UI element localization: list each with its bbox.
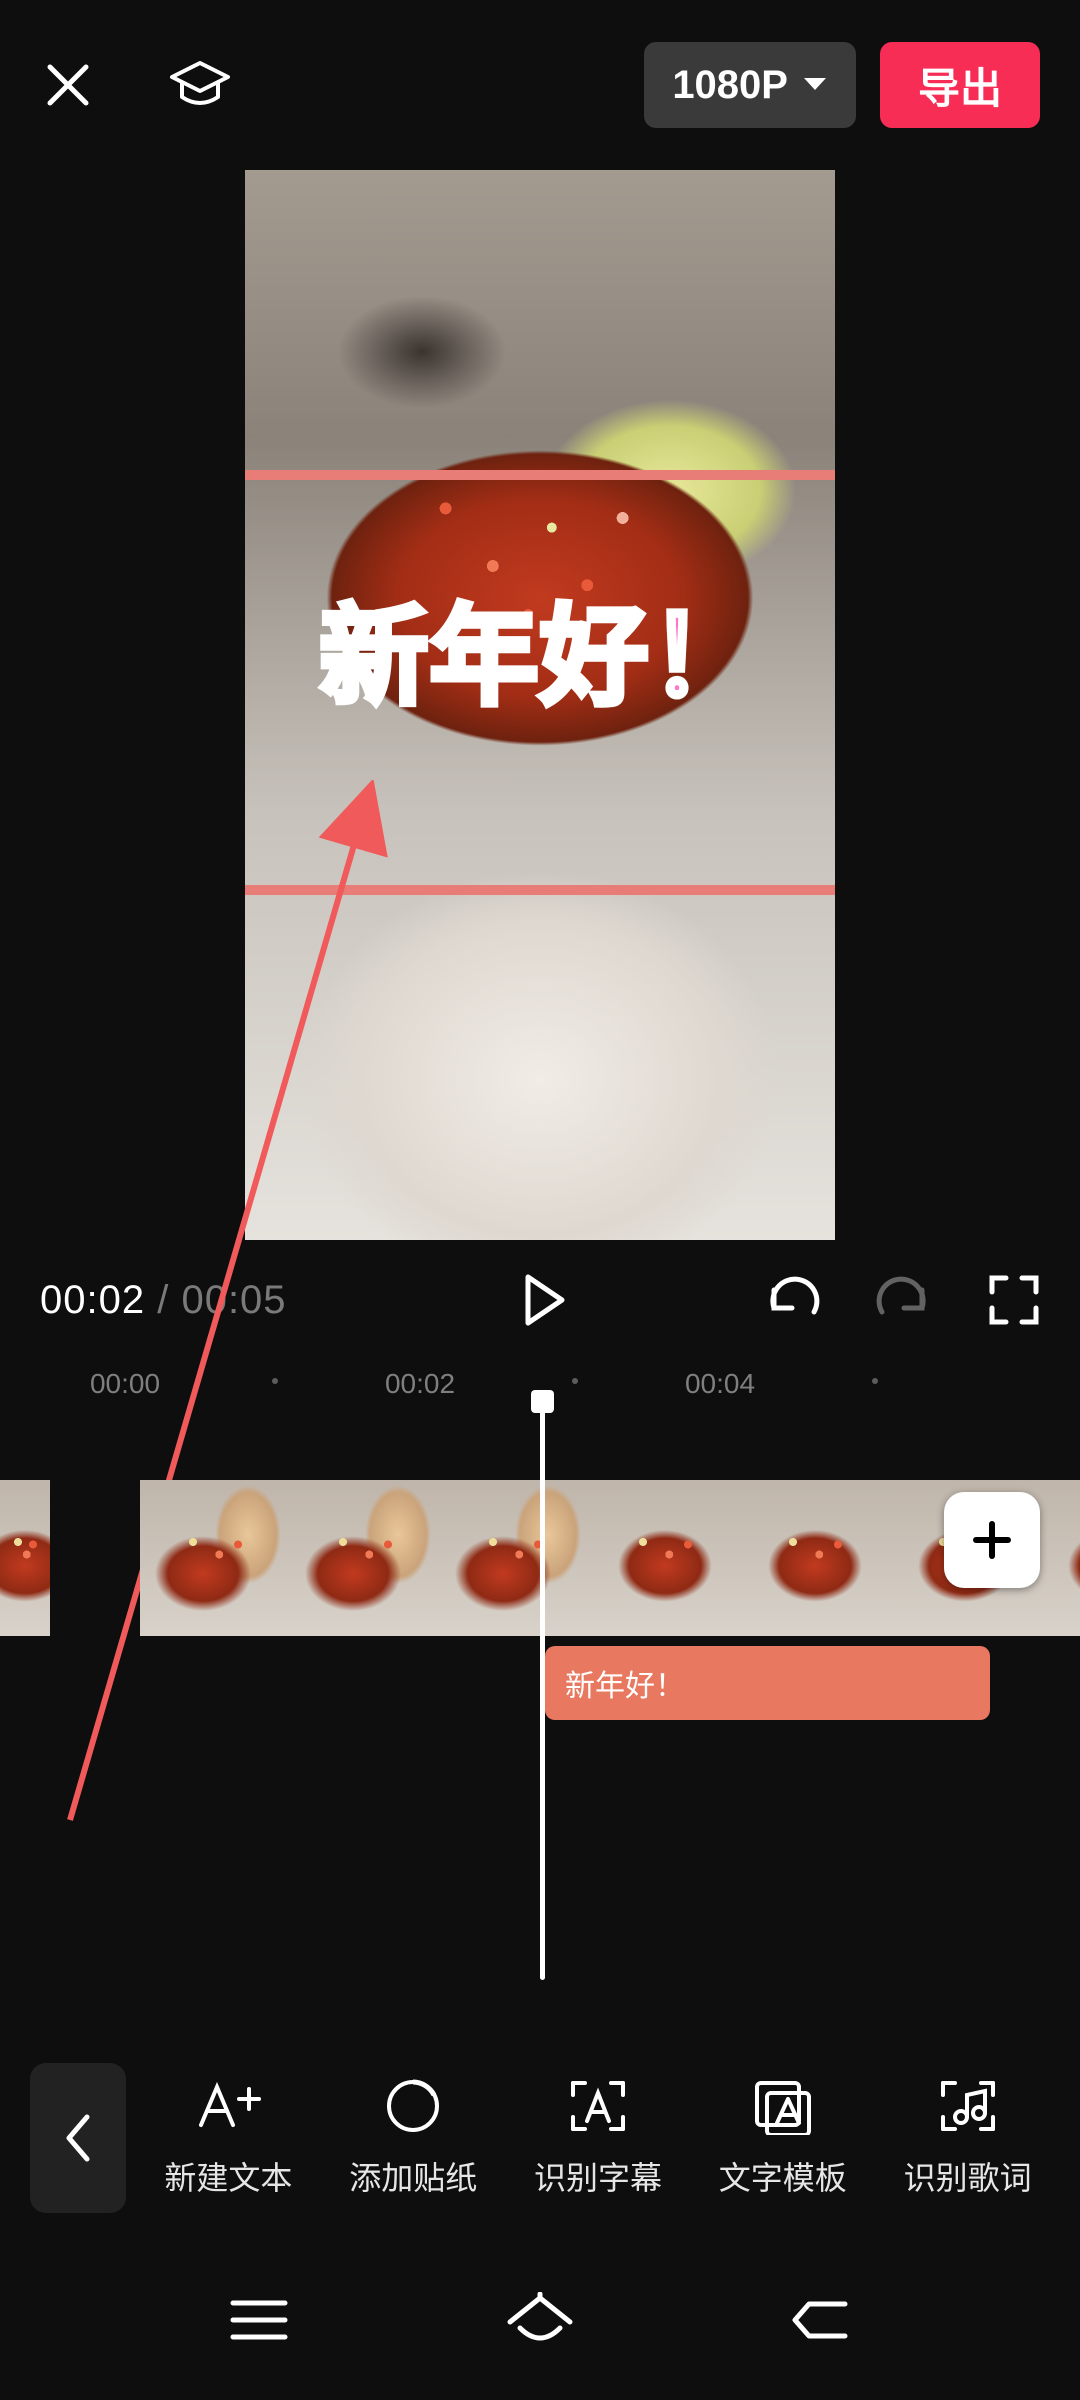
clip-thumbnail (590, 1480, 740, 1636)
toolbar-back-button[interactable] (30, 2063, 126, 2213)
chevron-left-icon (61, 2111, 95, 2165)
ruler-tick: 00:02 (385, 1368, 455, 1400)
current-time: 00:02 (40, 1278, 145, 1322)
fullscreen-button[interactable] (988, 1274, 1040, 1326)
play-button[interactable] (520, 1273, 568, 1327)
plus-icon (968, 1516, 1016, 1564)
menu-icon (227, 2295, 291, 2345)
time-display: 00:02 / 00:05 (40, 1278, 287, 1323)
ruler-tick: 00:00 (90, 1368, 160, 1400)
video-preview[interactable]: 新年好！ (245, 170, 835, 1240)
nav-home-button[interactable] (504, 2292, 576, 2348)
clip-thumbnail (740, 1480, 890, 1636)
export-label: 导出 (918, 55, 1002, 116)
back-icon (789, 2294, 853, 2346)
export-button[interactable]: 导出 (880, 42, 1040, 128)
playhead[interactable] (540, 1400, 545, 1980)
auto-caption-icon (565, 2077, 631, 2135)
ruler-dot (572, 1378, 578, 1384)
tool-text-template[interactable]: 文字模板 (719, 2077, 847, 2199)
auto-lyrics-icon (935, 2077, 1001, 2135)
add-sticker-icon (384, 2077, 442, 2135)
text-clip[interactable]: 新年好！ (545, 1646, 990, 1720)
tool-new-text[interactable]: 新建文本 (164, 2077, 292, 2199)
tool-label: 新建文本 (164, 2153, 292, 2199)
clip-segment[interactable] (0, 1480, 50, 1636)
graduation-cap-icon (168, 57, 232, 113)
tutorial-button[interactable] (168, 57, 232, 113)
clip-thumbnail (290, 1480, 440, 1636)
text-template-icon (751, 2077, 815, 2135)
tool-label: 添加贴纸 (349, 2153, 477, 2199)
tool-auto-caption[interactable]: 识别字幕 (534, 2077, 662, 2199)
redo-button[interactable] (876, 1274, 932, 1326)
redo-icon (876, 1274, 932, 1326)
ruler-dot (272, 1378, 278, 1384)
system-nav-bar (0, 2245, 1080, 2395)
add-clip-button[interactable] (944, 1492, 1040, 1588)
top-bar-left (40, 57, 232, 113)
top-bar: 1080P 导出 (0, 0, 1080, 170)
player-bar: 00:02 / 00:05 (0, 1240, 1080, 1360)
clip-thumbnail (1040, 1480, 1080, 1636)
close-button[interactable] (40, 57, 96, 113)
play-icon (520, 1273, 568, 1327)
tool-auto-lyrics[interactable]: 识别歌词 (904, 2077, 1032, 2199)
tool-label: 识别歌词 (904, 2153, 1032, 2199)
close-icon (40, 57, 96, 113)
clip-thumbnail (140, 1480, 290, 1636)
timeline[interactable]: 新年好！ (0, 1410, 1080, 2030)
preview-area: 新年好！ 00:02 / 00:05 (0, 170, 1080, 1360)
home-icon (504, 2292, 576, 2348)
chevron-down-icon (802, 76, 828, 94)
new-text-icon (193, 2077, 263, 2135)
undo-button[interactable] (764, 1274, 820, 1326)
text-clip-label: 新年好！ (565, 1661, 685, 1705)
total-duration: 00:05 (181, 1278, 286, 1322)
player-controls (520, 1273, 1040, 1327)
ruler-tick: 00:04 (685, 1368, 755, 1400)
overlay-text[interactable]: 新年好！ (320, 570, 760, 726)
tool-label: 识别字幕 (534, 2153, 662, 2199)
nav-back-button[interactable] (789, 2294, 853, 2346)
clip-segment[interactable] (140, 1480, 1080, 1636)
undo-icon (764, 1274, 820, 1326)
clip-thumbnail (440, 1480, 590, 1636)
fullscreen-icon (988, 1274, 1040, 1326)
tool-label: 文字模板 (719, 2153, 847, 2199)
clip-thumbnail (0, 1480, 50, 1636)
ruler-dot (872, 1378, 878, 1384)
nav-menu-button[interactable] (227, 2295, 291, 2345)
toolbar-items: 新建文本 添加贴纸 识别字幕 文字模板 识别歌词 (136, 2077, 1060, 2199)
resolution-label: 1080P (672, 63, 788, 108)
time-separator: / (145, 1278, 181, 1322)
resolution-button[interactable]: 1080P (644, 42, 856, 128)
tool-add-sticker[interactable]: 添加贴纸 (349, 2077, 477, 2199)
bottom-toolbar: 新建文本 添加贴纸 识别字幕 文字模板 识别歌词 (0, 2030, 1080, 2245)
